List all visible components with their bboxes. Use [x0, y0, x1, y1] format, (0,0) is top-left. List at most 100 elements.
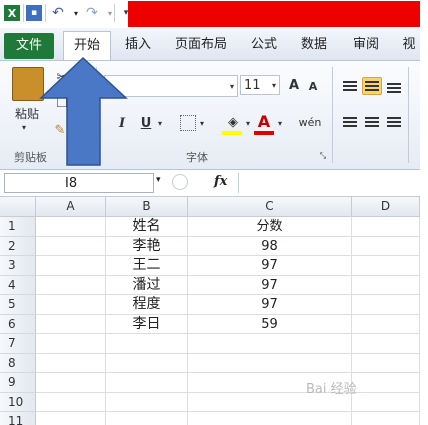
- save-icon[interactable]: ▪: [26, 5, 42, 21]
- redo-dropdown-icon[interactable]: ▾: [102, 5, 118, 21]
- tab-review[interactable]: 审阅: [348, 34, 384, 58]
- font-color-dropdown-icon[interactable]: ▾: [278, 119, 282, 128]
- align-middle-icon[interactable]: [362, 77, 382, 95]
- cell-b5[interactable]: 程度: [106, 295, 188, 315]
- copy-icon[interactable]: ❐: [54, 95, 70, 111]
- undo-icon[interactable]: ↶: [50, 5, 66, 21]
- tab-data[interactable]: 数据: [296, 34, 332, 58]
- paste-dropdown-icon[interactable]: ▾: [22, 123, 26, 132]
- column-header-c[interactable]: C: [188, 197, 352, 217]
- cell-c7[interactable]: [188, 334, 352, 354]
- column-header-b[interactable]: B: [106, 197, 188, 217]
- align-left-icon[interactable]: [340, 113, 360, 131]
- paste-button-label[interactable]: 粘贴: [12, 105, 42, 122]
- shrink-font-icon[interactable]: A: [306, 77, 320, 95]
- tab-insert[interactable]: 插入: [120, 34, 156, 58]
- column-header-a[interactable]: A: [36, 197, 106, 217]
- cell-d5[interactable]: [352, 295, 420, 315]
- align-right-icon[interactable]: [384, 113, 404, 131]
- cell-c1[interactable]: 分数: [188, 217, 352, 237]
- cell-b1[interactable]: 姓名: [106, 217, 188, 237]
- align-center-icon[interactable]: [362, 113, 382, 131]
- cell-b8[interactable]: [106, 353, 188, 373]
- row-header-11[interactable]: 11: [0, 412, 36, 425]
- formula-input[interactable]: [238, 173, 421, 193]
- font-dialog-launcher-icon[interactable]: ⤡: [318, 151, 328, 161]
- cell-c4[interactable]: 97: [188, 275, 352, 295]
- underline-dropdown-icon[interactable]: ▾: [158, 119, 162, 128]
- row-header-2[interactable]: 2: [0, 236, 36, 256]
- cell-c2[interactable]: 98: [188, 236, 352, 256]
- row-header-3[interactable]: 3: [0, 256, 36, 276]
- cell-c6[interactable]: 59: [188, 314, 352, 334]
- insert-function-icon[interactable]: fx: [214, 174, 227, 189]
- cell-d4[interactable]: [352, 275, 420, 295]
- tab-formulas[interactable]: 公式: [246, 34, 282, 58]
- cell-b3[interactable]: 王二: [106, 256, 188, 276]
- tab-file[interactable]: 文件: [4, 33, 54, 59]
- borders-icon[interactable]: [180, 115, 196, 131]
- row-header-9[interactable]: 9: [0, 373, 36, 393]
- align-top-icon[interactable]: [340, 77, 360, 95]
- cell-d7[interactable]: [352, 334, 420, 354]
- cell-b2[interactable]: 李艳: [106, 236, 188, 256]
- cell-d1[interactable]: [352, 217, 420, 237]
- redo-icon[interactable]: ↷: [84, 5, 100, 21]
- cell-d6[interactable]: [352, 314, 420, 334]
- name-box[interactable]: I8: [4, 173, 154, 193]
- fill-color-dropdown-icon[interactable]: ▾: [246, 119, 250, 128]
- row-header-7[interactable]: 7: [0, 334, 36, 354]
- row-header-8[interactable]: 8: [0, 353, 36, 373]
- tab-view[interactable]: 视: [398, 34, 420, 58]
- row-header-4[interactable]: 4: [0, 275, 36, 295]
- underline-button[interactable]: U: [138, 113, 154, 133]
- cell-d11[interactable]: [352, 412, 420, 425]
- cell-d2[interactable]: [352, 236, 420, 256]
- cell-a10[interactable]: [36, 392, 106, 412]
- row-header-1[interactable]: 1: [0, 217, 36, 237]
- cell-a9[interactable]: [36, 373, 106, 393]
- cell-d9[interactable]: [352, 373, 420, 393]
- select-all-corner[interactable]: [0, 197, 36, 217]
- cell-b4[interactable]: 潘过: [106, 275, 188, 295]
- cell-a1[interactable]: [36, 217, 106, 237]
- column-header-d[interactable]: D: [352, 197, 420, 217]
- cut-icon[interactable]: ✂: [54, 69, 70, 85]
- fill-color-icon[interactable]: ◈: [222, 111, 244, 133]
- phonetic-guide-icon[interactable]: wén: [296, 109, 324, 135]
- row-header-10[interactable]: 10: [0, 392, 36, 412]
- borders-dropdown-icon[interactable]: ▾: [200, 119, 204, 128]
- font-color-icon[interactable]: A: [254, 111, 274, 131]
- cell-c5[interactable]: 97: [188, 295, 352, 315]
- cell-b9[interactable]: [106, 373, 188, 393]
- cell-b10[interactable]: [106, 392, 188, 412]
- cell-a7[interactable]: [36, 334, 106, 354]
- cell-a6[interactable]: [36, 314, 106, 334]
- italic-button[interactable]: I: [114, 113, 130, 133]
- name-box-dropdown-icon[interactable]: ▾: [156, 175, 161, 185]
- excel-logo-icon[interactable]: X: [4, 5, 20, 21]
- font-size-dropdown-icon[interactable]: ▾: [272, 81, 276, 90]
- tab-page-layout[interactable]: 页面布局: [170, 34, 232, 58]
- cell-b6[interactable]: 李日: [106, 314, 188, 334]
- font-size-select[interactable]: 11 ▾: [240, 75, 280, 95]
- cell-a3[interactable]: [36, 256, 106, 276]
- row-header-6[interactable]: 6: [0, 314, 36, 334]
- cell-b11[interactable]: [106, 412, 188, 425]
- paste-icon[interactable]: [12, 67, 44, 101]
- tab-home[interactable]: 开始: [63, 31, 111, 60]
- cell-a2[interactable]: [36, 236, 106, 256]
- font-name-select[interactable]: ▾: [104, 75, 238, 97]
- cell-a11[interactable]: [36, 412, 106, 425]
- cell-c3[interactable]: 97: [188, 256, 352, 276]
- cell-a4[interactable]: [36, 275, 106, 295]
- align-bottom-icon[interactable]: [384, 79, 404, 97]
- cell-c8[interactable]: [188, 353, 352, 373]
- grow-font-icon[interactable]: A: [286, 75, 302, 95]
- cell-c11[interactable]: [188, 412, 352, 425]
- cell-a5[interactable]: [36, 295, 106, 315]
- formula-bar-divider-handle[interactable]: [172, 174, 188, 190]
- format-painter-icon[interactable]: ✎: [52, 121, 68, 139]
- row-header-5[interactable]: 5: [0, 295, 36, 315]
- font-name-dropdown-icon[interactable]: ▾: [230, 82, 237, 91]
